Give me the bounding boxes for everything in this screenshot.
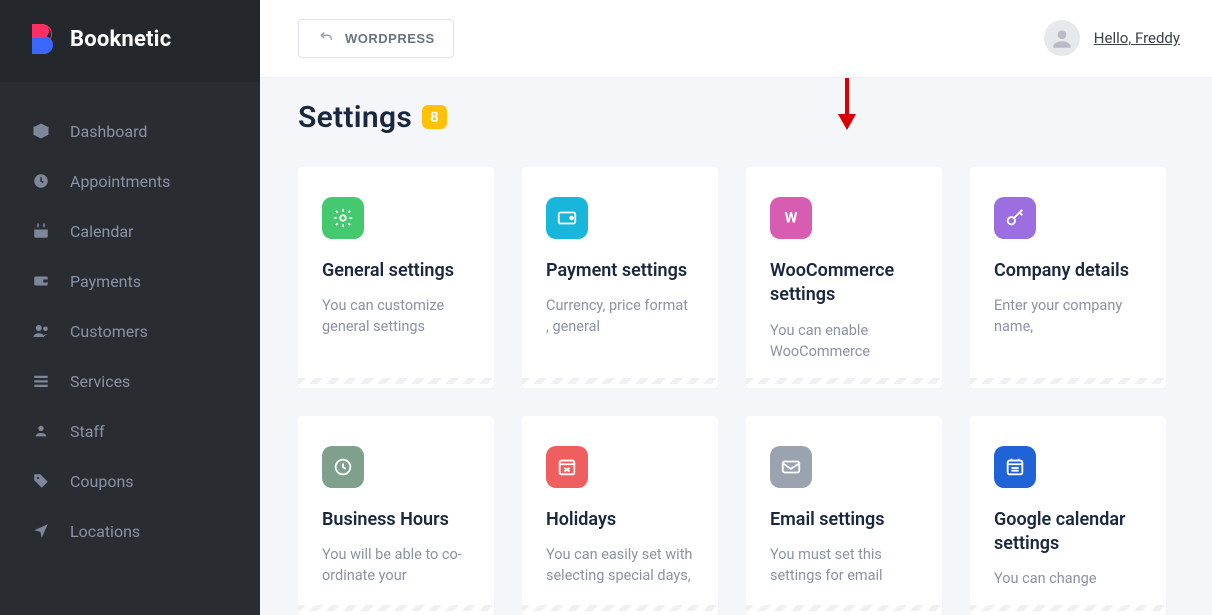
woocommerce-icon: W	[770, 197, 812, 239]
tag-icon	[30, 470, 52, 492]
card-desc: Enter your company name,	[994, 295, 1142, 337]
wordpress-back-button[interactable]: WORDPRESS	[298, 19, 454, 58]
user-box[interactable]: Hello, Freddy	[1044, 20, 1180, 56]
sidebar-item-payments[interactable]: Payments	[0, 256, 260, 306]
card-desc: You can change	[994, 568, 1142, 589]
avatar	[1044, 20, 1080, 56]
calendar-icon	[994, 446, 1036, 488]
card-google-calendar-settings[interactable]: Google calendar settings You can change	[970, 416, 1166, 615]
sidebar-item-label: Staff	[70, 422, 105, 441]
users-icon	[30, 320, 52, 342]
card-payment-settings[interactable]: Payment settings Currency, price format …	[522, 167, 718, 388]
card-title: Payment settings	[546, 259, 694, 283]
wordpress-label: WORDPRESS	[345, 31, 435, 46]
card-title: Company details	[994, 259, 1142, 283]
clock-icon	[322, 446, 364, 488]
brand[interactable]: Booknetic	[0, 0, 260, 82]
gear-icon	[322, 197, 364, 239]
sidebar-item-staff[interactable]: Staff	[0, 406, 260, 456]
card-desc: You can easily set with selecting specia…	[546, 544, 694, 586]
sidebar-item-calendar[interactable]: Calendar	[0, 206, 260, 256]
main: WORDPRESS Hello, Freddy Settings 8	[260, 0, 1212, 615]
sidebar: Booknetic Dashboard Appointments Calenda…	[0, 0, 260, 615]
card-desc: You must set this settings for email not…	[770, 544, 918, 588]
wallet-icon	[546, 197, 588, 239]
topbar: WORDPRESS Hello, Freddy	[260, 0, 1212, 78]
sidebar-item-label: Calendar	[70, 222, 133, 241]
page-title-row: Settings 8	[298, 100, 1176, 135]
calendar-x-icon	[546, 446, 588, 488]
sidebar-item-label: Payments	[70, 272, 141, 291]
clock-icon	[30, 170, 52, 192]
mail-icon	[770, 446, 812, 488]
card-desc: You will be able to co-ordinate your	[322, 544, 470, 586]
card-title: WooCommerce settings	[770, 259, 918, 308]
sidebar-item-label: Appointments	[70, 172, 170, 191]
wallet-icon	[30, 270, 52, 292]
greeting-link[interactable]: Hello, Freddy	[1094, 29, 1180, 47]
page-title: Settings	[298, 100, 412, 135]
calendar-icon	[30, 220, 52, 242]
sidebar-item-appointments[interactable]: Appointments	[0, 156, 260, 206]
svg-text:W: W	[785, 209, 798, 227]
page-count-badge: 8	[422, 105, 447, 129]
brand-name: Booknetic	[70, 27, 171, 52]
card-title: Google calendar settings	[994, 508, 1142, 557]
card-title: General settings	[322, 259, 470, 283]
card-business-hours[interactable]: Business Hours You will be able to co-or…	[298, 416, 494, 615]
card-title: Business Hours	[322, 508, 470, 532]
list-icon	[30, 370, 52, 392]
card-general-settings[interactable]: General settings You can customize gener…	[298, 167, 494, 388]
sidebar-nav: Dashboard Appointments Calendar Payments	[0, 82, 260, 556]
card-company-details[interactable]: Company details Enter your company name,	[970, 167, 1166, 388]
location-icon	[30, 520, 52, 542]
card-title: Holidays	[546, 508, 694, 532]
user-icon	[30, 420, 52, 442]
sidebar-item-label: Coupons	[70, 472, 134, 491]
sidebar-item-label: Dashboard	[70, 122, 147, 141]
settings-grid: General settings You can customize gener…	[298, 167, 1176, 615]
card-desc: Currency, price format , general	[546, 295, 694, 337]
sidebar-item-label: Services	[70, 372, 130, 391]
content: Settings 8 General settings You can cust…	[260, 78, 1212, 615]
box-icon	[30, 120, 52, 142]
key-icon	[994, 197, 1036, 239]
sidebar-item-locations[interactable]: Locations	[0, 506, 260, 556]
sidebar-item-services[interactable]: Services	[0, 356, 260, 406]
sidebar-item-customers[interactable]: Customers	[0, 306, 260, 356]
card-holidays[interactable]: Holidays You can easily set with selecti…	[522, 416, 718, 615]
sidebar-item-label: Locations	[70, 522, 140, 541]
brand-logo-icon	[28, 22, 58, 56]
card-woocommerce-settings[interactable]: W WooCommerce settings You can enable Wo…	[746, 167, 942, 388]
card-email-settings[interactable]: Email settings You must set this setting…	[746, 416, 942, 615]
card-title: Email settings	[770, 508, 918, 532]
card-desc: You can customize general settings	[322, 295, 470, 337]
card-desc: You can enable WooCommerce	[770, 320, 918, 362]
sidebar-item-dashboard[interactable]: Dashboard	[0, 106, 260, 156]
sidebar-item-coupons[interactable]: Coupons	[0, 456, 260, 506]
sidebar-item-label: Customers	[70, 322, 148, 341]
back-arrow-icon	[317, 30, 335, 47]
